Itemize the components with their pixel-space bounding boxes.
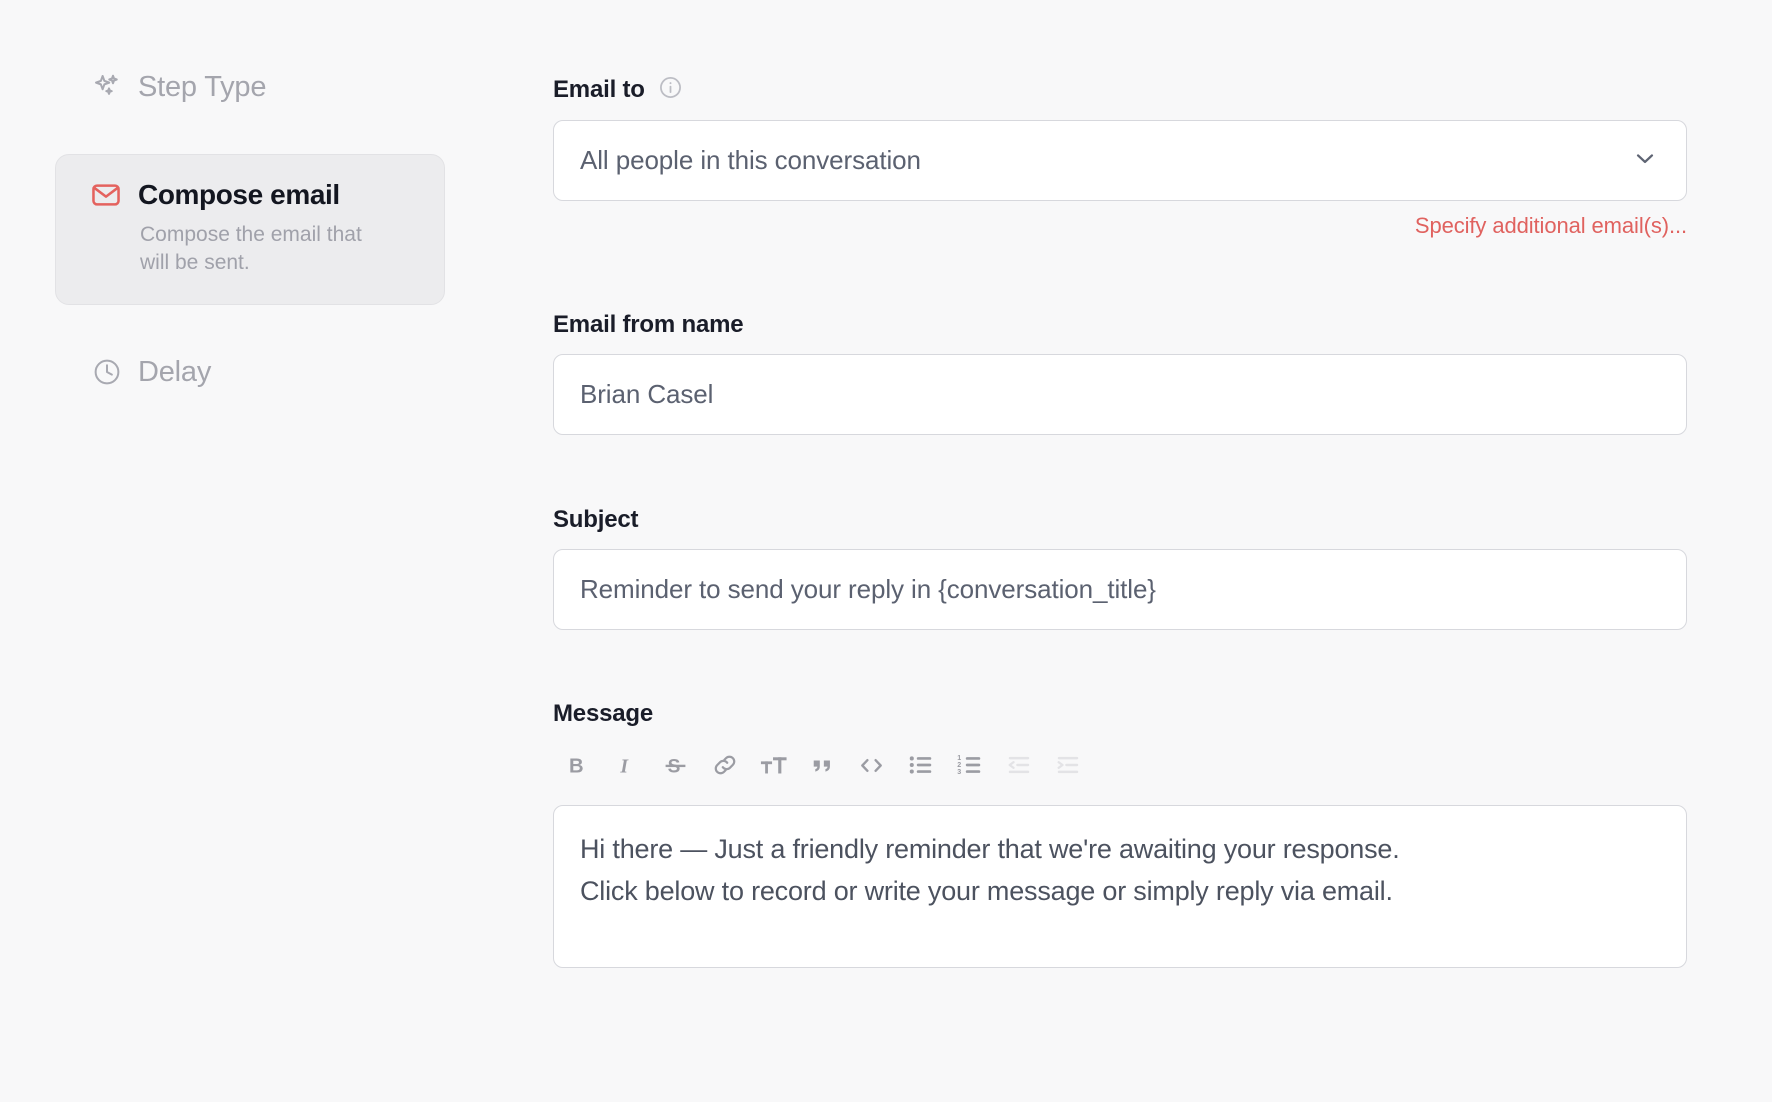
message-label: Message bbox=[553, 700, 653, 727]
rich-text-toolbar: B I S bbox=[553, 743, 1687, 787]
compose-email-card-header: Compose email bbox=[90, 179, 418, 211]
email-from-name-label-row: Email from name bbox=[553, 311, 1687, 339]
message-body-line-1: Hi there — Just a friendly reminder that… bbox=[580, 834, 1400, 864]
field-subject: Subject Reminder to send your reply in {… bbox=[553, 506, 1687, 630]
step-type-sidebar: Step Type Compose email Compose the emai… bbox=[55, 60, 455, 395]
subject-input[interactable]: Reminder to send your reply in {conversa… bbox=[553, 549, 1687, 630]
field-email-to: Email to All people in this conversation bbox=[553, 75, 1687, 239]
chevron-down-icon[interactable] bbox=[1632, 145, 1658, 176]
subject-label-row: Subject bbox=[553, 506, 1687, 534]
field-message: Message B I S bbox=[553, 700, 1687, 968]
email-to-label: Email to bbox=[553, 76, 645, 103]
sidebar-delay-label: Delay bbox=[138, 355, 212, 388]
compose-email-step-screen: Step Type Compose email Compose the emai… bbox=[0, 0, 1772, 1102]
svg-text:3: 3 bbox=[957, 768, 961, 776]
sidebar-item-delay[interactable]: Delay bbox=[55, 349, 455, 395]
email-from-name-value: Brian Casel bbox=[580, 379, 714, 409]
info-circle-icon[interactable] bbox=[658, 75, 683, 105]
spacer-after-email-from-name bbox=[553, 435, 1687, 506]
field-email-from-name: Email from name Brian Casel bbox=[553, 311, 1687, 435]
indent-icon[interactable] bbox=[1043, 743, 1092, 787]
svg-text:B: B bbox=[569, 755, 584, 777]
envelope-icon bbox=[90, 179, 122, 211]
text-size-icon[interactable] bbox=[749, 743, 798, 787]
link-icon[interactable] bbox=[700, 743, 749, 787]
svg-text:I: I bbox=[619, 755, 629, 777]
spacer-after-subject bbox=[553, 630, 1687, 700]
email-to-helper-row: Specify additional email(s)... bbox=[553, 213, 1687, 239]
sidebar-step-type-label: Step Type bbox=[138, 70, 267, 103]
sidebar-section-step-type: Step Type bbox=[55, 60, 455, 114]
bold-icon[interactable]: B bbox=[553, 743, 602, 787]
message-label-row: Message bbox=[553, 700, 1687, 728]
message-body-editor[interactable]: Hi there — Just a friendly reminder that… bbox=[553, 805, 1687, 968]
outdent-icon[interactable] bbox=[994, 743, 1043, 787]
message-body-line-2: Click below to record or write your mess… bbox=[580, 876, 1393, 907]
spacer-after-email-to bbox=[553, 239, 1687, 311]
email-from-name-label: Email from name bbox=[553, 311, 744, 338]
blockquote-icon[interactable] bbox=[798, 743, 847, 787]
email-to-select[interactable]: All people in this conversation bbox=[553, 120, 1687, 201]
compose-email-card-title: Compose email bbox=[138, 179, 340, 210]
code-icon[interactable] bbox=[847, 743, 896, 787]
compose-email-card-description: Compose the email that will be sent. bbox=[140, 223, 362, 274]
numbered-list-icon[interactable]: 1 2 3 bbox=[945, 743, 994, 787]
subject-label: Subject bbox=[553, 506, 639, 533]
email-from-name-input[interactable]: Brian Casel bbox=[553, 354, 1687, 435]
sparkles-icon bbox=[92, 72, 122, 102]
email-to-selected-value: All people in this conversation bbox=[580, 145, 921, 175]
sidebar-item-compose-email[interactable]: Compose email Compose the email that wil… bbox=[55, 154, 445, 306]
bulleted-list-icon[interactable] bbox=[896, 743, 945, 787]
italic-icon[interactable]: I bbox=[602, 743, 651, 787]
strikethrough-icon[interactable]: S bbox=[651, 743, 700, 787]
clock-icon bbox=[92, 357, 122, 387]
specify-additional-emails-link[interactable]: Specify additional email(s)... bbox=[1415, 213, 1687, 239]
compose-email-form: Email to All people in this conversation bbox=[553, 75, 1687, 968]
email-to-label-row: Email to bbox=[553, 75, 1687, 105]
subject-value: Reminder to send your reply in {conversa… bbox=[580, 574, 1156, 604]
